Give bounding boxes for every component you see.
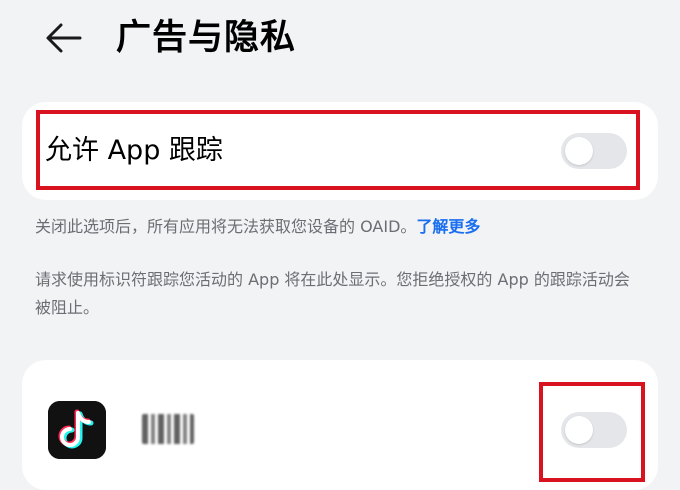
tracking-apps-description: 请求使用标识符跟踪您活动的 App 将在此处显示。您拒绝授权的 App 的跟踪活… — [35, 270, 630, 317]
learn-more-link[interactable]: 了解更多 — [416, 217, 480, 236]
tiktok-icon — [48, 401, 106, 459]
header: 广告与隐私 — [0, 0, 680, 80]
app-name-obscured — [142, 414, 194, 444]
oaid-description-text: 关闭此选项后，所有应用将无法获取您设备的 OAID。 — [35, 217, 417, 236]
highlight-frame-tracking — [36, 110, 640, 190]
back-button[interactable] — [40, 16, 88, 60]
highlight-frame-app-toggle — [539, 382, 645, 482]
oaid-description: 关闭此选项后，所有应用将无法获取您设备的 OAID。了解更多 — [35, 213, 480, 241]
page-title: 广告与隐私 — [116, 18, 297, 58]
arrow-left-icon — [46, 23, 82, 53]
